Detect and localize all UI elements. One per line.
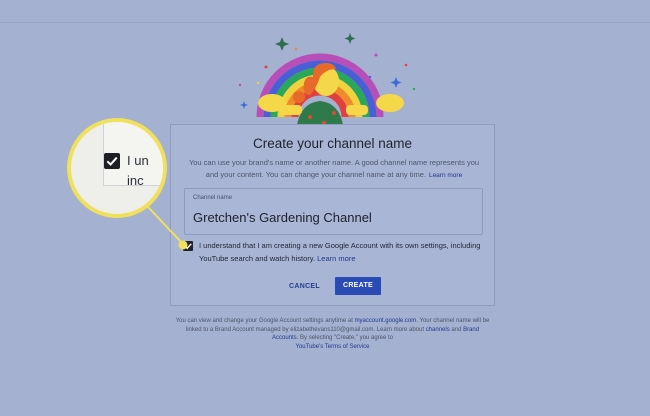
checkmark-icon (106, 156, 118, 166)
magnified-text-line1: I un (127, 153, 149, 168)
magnifier-callout: I un inc (67, 118, 167, 218)
magnified-checkbox (104, 153, 120, 169)
magnified-text-line2: inc (127, 173, 144, 188)
